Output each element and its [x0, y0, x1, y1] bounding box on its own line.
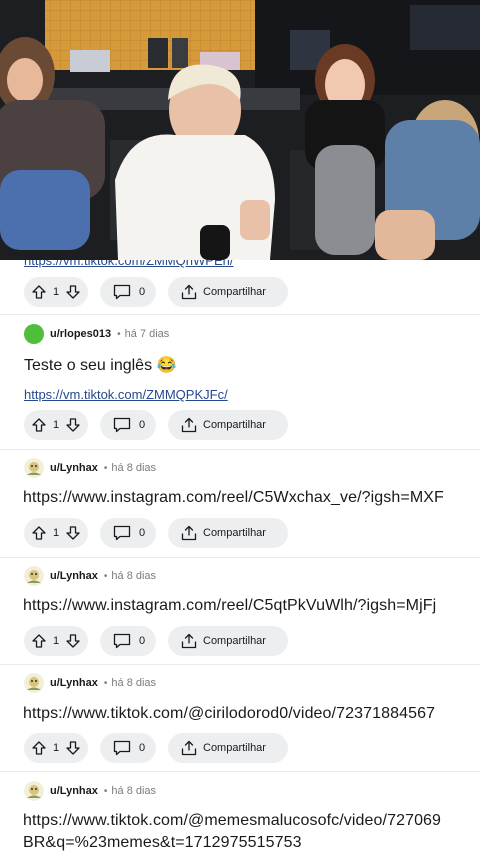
meta-separator: •: [103, 570, 108, 582]
post-actions: 1 0 Compartilhar: [24, 410, 288, 440]
post-url[interactable]: https://www.tiktok.com/@cirilodorod0/vid…: [23, 705, 435, 723]
vote-control: 1: [24, 733, 88, 763]
comment-feed[interactable]: https://vm.tiktok.com/ZMMQhWPEh/ 1 0 Com…: [0, 260, 480, 854]
avatar[interactable]: [24, 458, 44, 478]
divider: [0, 449, 480, 450]
upvote-count: 1: [52, 527, 60, 539]
share-upload-icon: [181, 740, 197, 756]
arrow-down-outline-icon[interactable]: [66, 741, 80, 755]
arrow-down-outline-icon[interactable]: [66, 634, 80, 648]
share-label: Compartilhar: [203, 419, 266, 431]
post-meta: u/rlopes013 • há 7 dias: [24, 324, 169, 344]
post-actions: 1 0 Compartilhar: [24, 733, 288, 763]
avatar[interactable]: [24, 566, 44, 586]
share-upload-icon: [181, 525, 197, 541]
arrow-down-outline-icon[interactable]: [66, 418, 80, 432]
vote-control: 1: [24, 410, 88, 440]
video-overlay[interactable]: [0, 0, 480, 260]
share-button[interactable]: Compartilhar: [168, 277, 288, 307]
share-upload-icon: [181, 417, 197, 433]
post-url[interactable]: https://www.tiktok.com/@memesmalucosofc/…: [23, 812, 441, 830]
post-meta: u/Lynhax • há 8 dias: [24, 673, 156, 693]
share-button[interactable]: Compartilhar: [168, 410, 288, 440]
arrow-up-outline-icon[interactable]: [32, 741, 46, 755]
post-age: há 8 dias: [111, 570, 157, 582]
post-age: há 7 dias: [124, 328, 170, 340]
post-link[interactable]: https://vm.tiktok.com/ZMMQPKJFc/: [24, 387, 228, 402]
post-url[interactable]: https://www.instagram.com/reel/C5qtPkVuW…: [23, 597, 436, 615]
arrow-up-outline-icon[interactable]: [32, 285, 46, 299]
username[interactable]: u/Lynhax: [50, 785, 98, 797]
upvote-count: 1: [52, 419, 60, 431]
comment-count: 0: [139, 286, 146, 298]
comment-count: 0: [139, 742, 146, 754]
arrow-down-outline-icon[interactable]: [66, 526, 80, 540]
post-title: Teste o seu inglês 😂: [24, 357, 177, 374]
upvote-count: 1: [52, 742, 60, 754]
meta-separator: •: [117, 328, 121, 340]
speech-bubble-icon: [113, 417, 131, 433]
speech-bubble-icon: [113, 740, 131, 756]
share-label: Compartilhar: [203, 742, 266, 754]
meta-separator: •: [103, 785, 108, 797]
meta-separator: •: [103, 677, 108, 689]
speech-bubble-icon: [113, 284, 131, 300]
post-link[interactable]: https://vm.tiktok.com/ZMMQhWPEh/: [24, 260, 233, 268]
avatar[interactable]: [24, 673, 44, 693]
vote-control: 1: [24, 277, 88, 307]
username[interactable]: u/Lynhax: [50, 570, 98, 582]
arrow-down-outline-icon[interactable]: [66, 285, 80, 299]
comment-count: 0: [139, 527, 146, 539]
video-frame-image: [0, 0, 480, 260]
share-upload-icon: [181, 284, 197, 300]
divider: [0, 771, 480, 772]
username[interactable]: u/Lynhax: [50, 677, 98, 689]
share-label: Compartilhar: [203, 286, 266, 298]
post-url[interactable]: https://www.instagram.com/reel/C5Wxchax_…: [23, 489, 444, 507]
upvote-count: 1: [52, 286, 60, 298]
username[interactable]: u/rlopes013: [50, 328, 111, 340]
share-label: Compartilhar: [203, 635, 266, 647]
upvote-count: 1: [52, 635, 60, 647]
post-age: há 8 dias: [111, 677, 157, 689]
comment-count: 0: [139, 419, 146, 431]
avatar[interactable]: [24, 324, 44, 344]
meta-separator: •: [103, 462, 108, 474]
divider: [0, 557, 480, 558]
divider: [0, 314, 480, 315]
vote-control: 1: [24, 518, 88, 548]
post-url-continued[interactable]: BR&q=%23memes&t=1712975515753: [23, 834, 302, 852]
post-actions: 1 0 Compartilhar: [24, 626, 288, 656]
speech-bubble-icon: [113, 633, 131, 649]
share-button[interactable]: Compartilhar: [168, 733, 288, 763]
post-meta: u/Lynhax • há 8 dias: [24, 781, 156, 801]
comment-button[interactable]: 0: [100, 410, 156, 440]
post-age: há 8 dias: [111, 462, 157, 474]
comment-count: 0: [139, 635, 146, 647]
post-meta: u/Lynhax • há 8 dias: [24, 458, 156, 478]
share-button[interactable]: Compartilhar: [168, 626, 288, 656]
arrow-up-outline-icon[interactable]: [32, 526, 46, 540]
divider: [0, 664, 480, 665]
post-actions: 1 0 Compartilhar: [24, 518, 288, 548]
comment-button[interactable]: 0: [100, 626, 156, 656]
speech-bubble-icon: [113, 525, 131, 541]
post-meta: u/Lynhax • há 8 dias: [24, 566, 156, 586]
post-actions: 1 0 Compartilhar: [24, 277, 288, 307]
vote-control: 1: [24, 626, 88, 656]
arrow-up-outline-icon[interactable]: [32, 418, 46, 432]
username[interactable]: u/Lynhax: [50, 462, 98, 474]
comment-button[interactable]: 0: [100, 733, 156, 763]
avatar[interactable]: [24, 781, 44, 801]
share-button[interactable]: Compartilhar: [168, 518, 288, 548]
share-label: Compartilhar: [203, 527, 266, 539]
share-upload-icon: [181, 633, 197, 649]
comment-button[interactable]: 0: [100, 518, 156, 548]
arrow-up-outline-icon[interactable]: [32, 634, 46, 648]
post-age: há 8 dias: [111, 785, 157, 797]
comment-button[interactable]: 0: [100, 277, 156, 307]
